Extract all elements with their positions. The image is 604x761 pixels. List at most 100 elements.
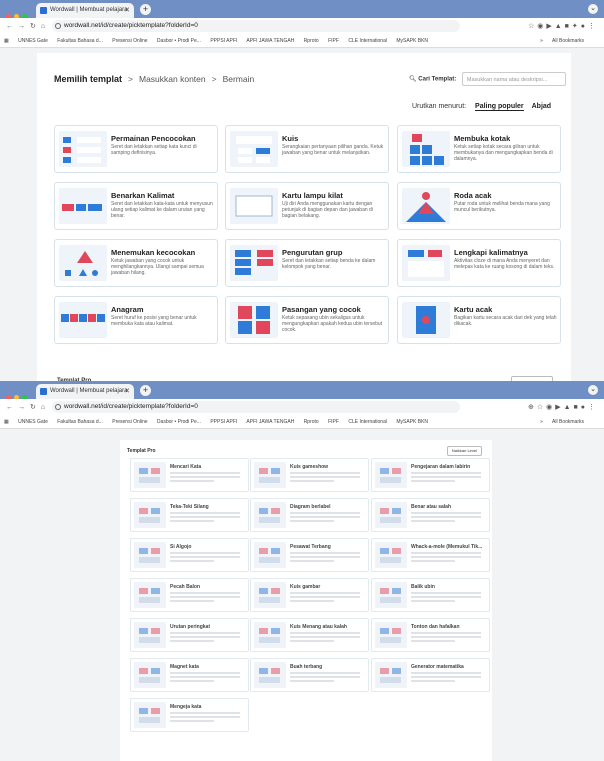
pro-template-card[interactable]: Balik ubin	[371, 578, 490, 612]
all-bookmarks[interactable]: All Bookmarks	[552, 419, 584, 425]
template-card-complete-sentence[interactable]: Lengkapi kalimatnya Aktivitas cloze di m…	[397, 239, 561, 287]
template-card-quiz[interactable]: Kuis Serangkaian pertanyaan pilihan gand…	[225, 125, 389, 173]
bookmark-item[interactable]: CLE International	[348, 38, 387, 44]
extension-icon[interactable]: ▶	[555, 404, 563, 411]
more-bookmarks[interactable]: »	[540, 38, 543, 44]
close-tab-icon[interactable]: ✕	[124, 384, 130, 399]
bookmark-item[interactable]: UNNES Gate	[18, 38, 48, 44]
pro-template-card[interactable]: Kuis Menang atau kalah	[250, 618, 369, 652]
bookmark-item[interactable]: Presensi Online	[112, 419, 147, 425]
reload-icon[interactable]: ↻	[30, 23, 41, 30]
home-icon[interactable]: ⌂	[41, 23, 50, 30]
pro-template-card[interactable]: Generator matematika	[371, 658, 490, 692]
site-info-icon[interactable]	[55, 23, 61, 29]
template-card-unjumble[interactable]: Benarkan Kalimat Seret dan letakkan kata…	[54, 182, 218, 230]
extension-icon[interactable]: ■	[565, 23, 572, 30]
pro-template-card[interactable]: Kuis gambar	[250, 578, 369, 612]
upgrade-button[interactable]: Naikkan Level	[446, 446, 482, 456]
tab-search-icon[interactable]: ⌄	[588, 385, 598, 395]
bookmark-item[interactable]: PPPSI APFI	[210, 419, 237, 425]
template-card-group-sort[interactable]: Pengurutan grup Seret dan letakkan setia…	[225, 239, 389, 287]
pro-template-card[interactable]: Mengeja kata	[130, 698, 249, 732]
menu-icon[interactable]: ⋮	[588, 23, 598, 30]
sort-popular[interactable]: Paling populer	[475, 103, 524, 111]
group-sort-illustration	[230, 245, 278, 281]
close-tab-icon[interactable]: ✕	[124, 3, 130, 18]
bookmark-item[interactable]: Dasbor • Prodi Pe...	[157, 38, 201, 44]
profile-icon[interactable]: ●	[581, 23, 588, 30]
bookmark-item[interactable]: APFI JAWA TENGAH	[246, 419, 294, 425]
browser-tab[interactable]: Wordwall | Membuat pelajara ✕	[36, 3, 134, 18]
pro-template-card[interactable]: Pengejaran dalam labirin	[371, 458, 490, 492]
new-tab-icon[interactable]: +	[140, 385, 151, 396]
search-input[interactable]: Masukkan nama atau deskripsi...	[461, 72, 566, 86]
pro-template-card[interactable]: Tonton dan hafalkan	[371, 618, 490, 652]
new-tab-icon[interactable]: +	[140, 4, 151, 15]
forward-icon[interactable]: →	[18, 23, 30, 30]
bookmark-item[interactable]: Rproto	[304, 419, 319, 425]
url-field[interactable]: wordwall.net/id/create/picktemplate?fold…	[52, 401, 460, 413]
back-icon[interactable]: ←	[6, 404, 18, 411]
all-bookmarks[interactable]: All Bookmarks	[552, 38, 584, 44]
menu-icon[interactable]: ⋮	[588, 404, 598, 411]
extension-icon[interactable]: ▲	[564, 404, 574, 411]
bookmark-item[interactable]: CLE International	[348, 419, 387, 425]
star-icon[interactable]: ☆	[528, 23, 537, 30]
template-card-random-wheel[interactable]: Roda acak Putar roda untuk melihat benda…	[397, 182, 561, 230]
bookmark-item[interactable]: MySAPK BKN	[396, 38, 428, 44]
site-info-icon[interactable]	[55, 404, 61, 410]
pro-template-card[interactable]: Magnet kata	[130, 658, 249, 692]
apps-icon[interactable]: ▦	[4, 38, 9, 44]
bookmark-item[interactable]: Presensi Online	[112, 38, 147, 44]
bookmark-item[interactable]: Dasbor • Prodi Pe...	[157, 419, 201, 425]
zoom-icon[interactable]: ⊕	[528, 404, 537, 411]
extension-icon[interactable]: ▲	[555, 23, 565, 30]
template-card-open-box[interactable]: Membuka kotak Ketuk setiap kotak secara …	[397, 125, 561, 173]
browser-tab[interactable]: Wordwall | Membuat pelajara ✕	[36, 384, 134, 399]
sort-alphabetical[interactable]: Abjad	[532, 103, 551, 110]
bookmark-item[interactable]: APFI JAWA TENGAH	[246, 38, 294, 44]
extension-icon[interactable]: ◉	[537, 23, 546, 30]
bookmark-item[interactable]: Fakultas Bahasa d...	[57, 419, 103, 425]
pro-template-illustration	[134, 462, 166, 488]
template-card-find-the-match[interactable]: Menemukan kecocokan Ketuk jawaban yang c…	[54, 239, 218, 287]
template-card-matching-pairs[interactable]: Pasangan yang cocok Ketuk sepasang ubin …	[225, 296, 389, 344]
back-icon[interactable]: ←	[6, 23, 18, 30]
bookmark-item[interactable]: Fakultas Bahasa d...	[57, 38, 103, 44]
url-field[interactable]: wordwall.net/id/create/picktemplate?fold…	[52, 20, 460, 32]
pro-template-card[interactable]: Pecah Balon	[130, 578, 249, 612]
pro-template-card[interactable]: Kuis gameshow	[250, 458, 369, 492]
pro-template-title: Buah terbang	[290, 664, 323, 670]
pro-template-card[interactable]: Pesawat Terbang	[250, 538, 369, 572]
bookmark-item[interactable]: PPPSI APFI	[210, 38, 237, 44]
pro-template-card[interactable]: Si Algojo	[130, 538, 249, 572]
template-card-flash-cards[interactable]: Kartu lampu kilat Uji diri Anda mengguna…	[225, 182, 389, 230]
pro-template-card[interactable]: Diagram berlabel	[250, 498, 369, 532]
bookmark-item[interactable]: Rproto	[304, 38, 319, 44]
template-card-anagram[interactable]: Anagram Seret huruf ke posisi yang benar…	[54, 296, 218, 344]
star-icon[interactable]: ☆	[537, 404, 546, 411]
reload-icon[interactable]: ↻	[30, 404, 41, 411]
pro-template-card[interactable]: Whack-a-mole (Memukul Tik...	[371, 538, 490, 572]
pro-template-card[interactable]: Mencari Kata	[130, 458, 249, 492]
apps-icon[interactable]: ▦	[4, 419, 9, 425]
home-icon[interactable]: ⌂	[41, 404, 50, 411]
extension-icon[interactable]: ■	[574, 404, 581, 411]
template-card-match-up[interactable]: Permainan Pencocokan Seret dan letakkan …	[54, 125, 218, 173]
puzzle-icon[interactable]: ✦	[572, 23, 581, 30]
pro-template-card[interactable]: Urutan peringkat	[130, 618, 249, 652]
bookmark-item[interactable]: UNNES Gate	[18, 419, 48, 425]
template-card-random-cards[interactable]: Kartu acak Bagikan kartu secara acak dar…	[397, 296, 561, 344]
bookmark-item[interactable]: FIPF	[328, 419, 339, 425]
bookmark-item[interactable]: MySAPK BKN	[396, 419, 428, 425]
pro-template-card[interactable]: Teka-Teki Silang	[130, 498, 249, 532]
extension-icon[interactable]: ◉	[546, 404, 555, 411]
tab-search-icon[interactable]: ⌄	[588, 4, 598, 14]
pro-template-card[interactable]: Benar atau salah	[371, 498, 490, 532]
profile-icon[interactable]: ●	[581, 404, 588, 411]
more-bookmarks[interactable]: »	[540, 419, 543, 425]
extension-icon[interactable]: ▶	[546, 23, 554, 30]
bookmark-item[interactable]: FIPF	[328, 38, 339, 44]
forward-icon[interactable]: →	[18, 404, 30, 411]
pro-template-card[interactable]: Buah terbang	[250, 658, 369, 692]
